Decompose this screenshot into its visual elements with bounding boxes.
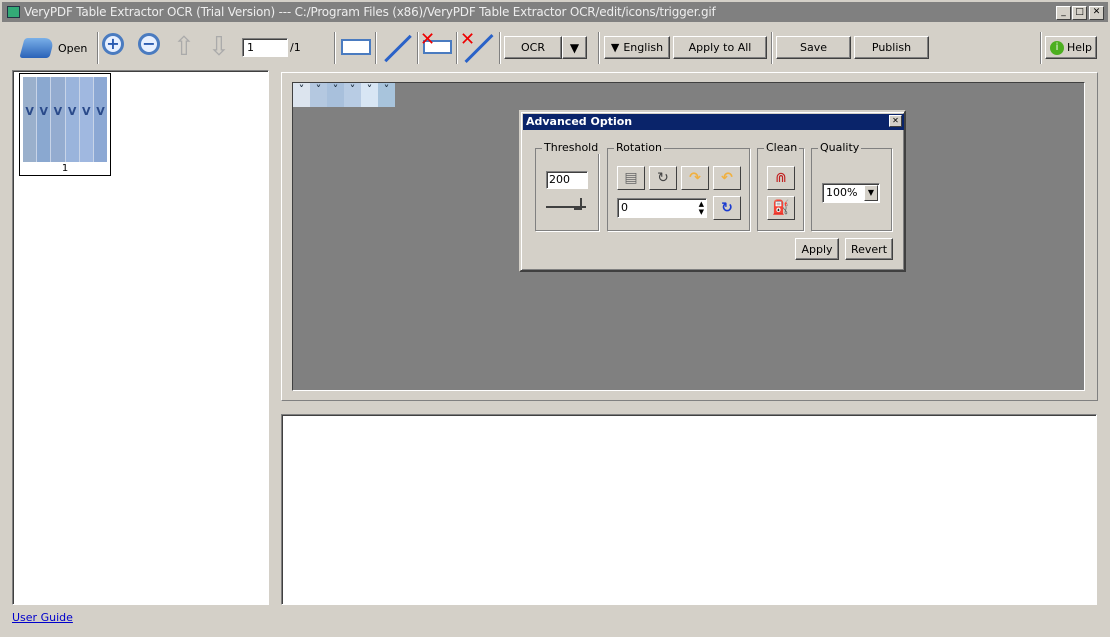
page-up-icon[interactable]: ⇧ — [173, 33, 195, 61]
apply-button[interactable]: Apply — [795, 238, 839, 260]
threshold-group: Threshold 200 — [535, 141, 601, 231]
threshold-input[interactable]: 200 — [546, 171, 588, 189]
ocr-button[interactable]: OCR — [504, 36, 562, 59]
user-guide-link[interactable]: User Guide — [12, 611, 73, 624]
rotate-left-icon[interactable]: ↶ — [713, 166, 741, 190]
app-icon — [7, 6, 20, 18]
thumbnail-label: 1 — [61, 163, 69, 174]
draw-line-icon[interactable] — [384, 34, 412, 63]
fill-bucket-icon[interactable]: ⛽ — [767, 196, 795, 220]
despeckle-magnet-icon[interactable]: ⋒ — [767, 166, 795, 190]
deskew-icon[interactable]: ▤ — [617, 166, 645, 190]
help-button[interactable]: i Help — [1045, 36, 1097, 59]
slider-thumb[interactable] — [574, 198, 582, 210]
folder-icon — [19, 38, 55, 58]
quality-label: Quality — [818, 141, 862, 154]
column-marker[interactable]: ˅ — [378, 83, 395, 107]
chevron-down-icon: ▼ — [610, 41, 620, 54]
column-marker[interactable]: ˅ — [327, 83, 344, 107]
info-icon: i — [1049, 40, 1064, 55]
column-marker[interactable]: ˅ — [344, 83, 361, 107]
zoom-in-icon[interactable]: + — [102, 33, 130, 61]
apply-to-all-button[interactable]: Apply to All — [673, 36, 767, 59]
delete-line-icon[interactable]: ✕ — [460, 29, 496, 63]
page-total: /1 — [290, 41, 301, 54]
publish-button[interactable]: Publish — [854, 36, 929, 59]
delete-rectangle-icon[interactable]: ✕ — [420, 29, 454, 61]
column-marker[interactable]: ˅ — [293, 83, 310, 107]
quality-select[interactable]: 100% ▼ — [822, 183, 880, 203]
rotate-auto-icon[interactable]: ↻ — [649, 166, 677, 190]
zoom-out-icon[interactable]: − — [138, 33, 166, 61]
rotation-group: Rotation ▤ ↻ ↷ ↶ 0 ▲ ▼ ↻ — [607, 141, 750, 231]
column-markers: ˅ ˅ ˅ ˅ ˅ ˅ — [293, 83, 395, 107]
clean-group: Clean ⋒ ⛽ — [757, 141, 804, 231]
window-title: VeryPDF Table Extractor OCR (Trial Versi… — [24, 5, 716, 19]
rotation-angle-input[interactable]: 0 ▲ ▼ — [617, 198, 707, 218]
chevron-down-icon: ▼ — [864, 185, 878, 201]
spinner-icon[interactable]: ▲ ▼ — [699, 200, 704, 216]
open-button[interactable]: Open — [19, 34, 88, 62]
minimize-button[interactable]: _ — [1056, 6, 1071, 20]
page-thumbnail[interactable]: V V V V V V 1 — [19, 73, 111, 176]
clean-label: Clean — [764, 141, 800, 154]
page-number-input[interactable]: 1 — [242, 38, 288, 57]
advanced-option-dialog: Advanced Option ✕ Threshold 200 Rotation… — [519, 110, 906, 272]
draw-rectangle-icon[interactable] — [341, 39, 371, 55]
column-marker[interactable]: ˅ — [310, 83, 327, 107]
dialog-title: Advanced Option — [523, 114, 904, 130]
page-down-icon[interactable]: ⇩ — [208, 33, 230, 61]
language-dropdown[interactable]: ▼ English — [604, 36, 670, 59]
save-button[interactable]: Save — [776, 36, 851, 59]
close-button[interactable]: ✕ — [1089, 6, 1104, 20]
thumbnail-image: V V V V V V — [23, 77, 108, 162]
quality-group: Quality 100% ▼ — [811, 141, 892, 231]
result-panel — [281, 414, 1097, 605]
maximize-button[interactable]: □ — [1072, 6, 1087, 20]
dialog-close-button[interactable]: ✕ — [889, 115, 902, 127]
open-label: Open — [58, 41, 88, 55]
rotation-label: Rotation — [614, 141, 665, 154]
thumbnail-panel: V V V V V V 1 — [12, 70, 269, 605]
title-bar: VeryPDF Table Extractor OCR (Trial Versi… — [0, 0, 1110, 24]
ocr-dropdown-button[interactable]: ▼ — [562, 36, 587, 59]
threshold-label: Threshold — [542, 141, 601, 154]
rotate-apply-icon[interactable]: ↻ — [713, 196, 741, 220]
revert-button[interactable]: Revert — [845, 238, 893, 260]
column-marker[interactable]: ˅ — [361, 83, 378, 107]
rotate-right-icon[interactable]: ↷ — [681, 166, 709, 190]
